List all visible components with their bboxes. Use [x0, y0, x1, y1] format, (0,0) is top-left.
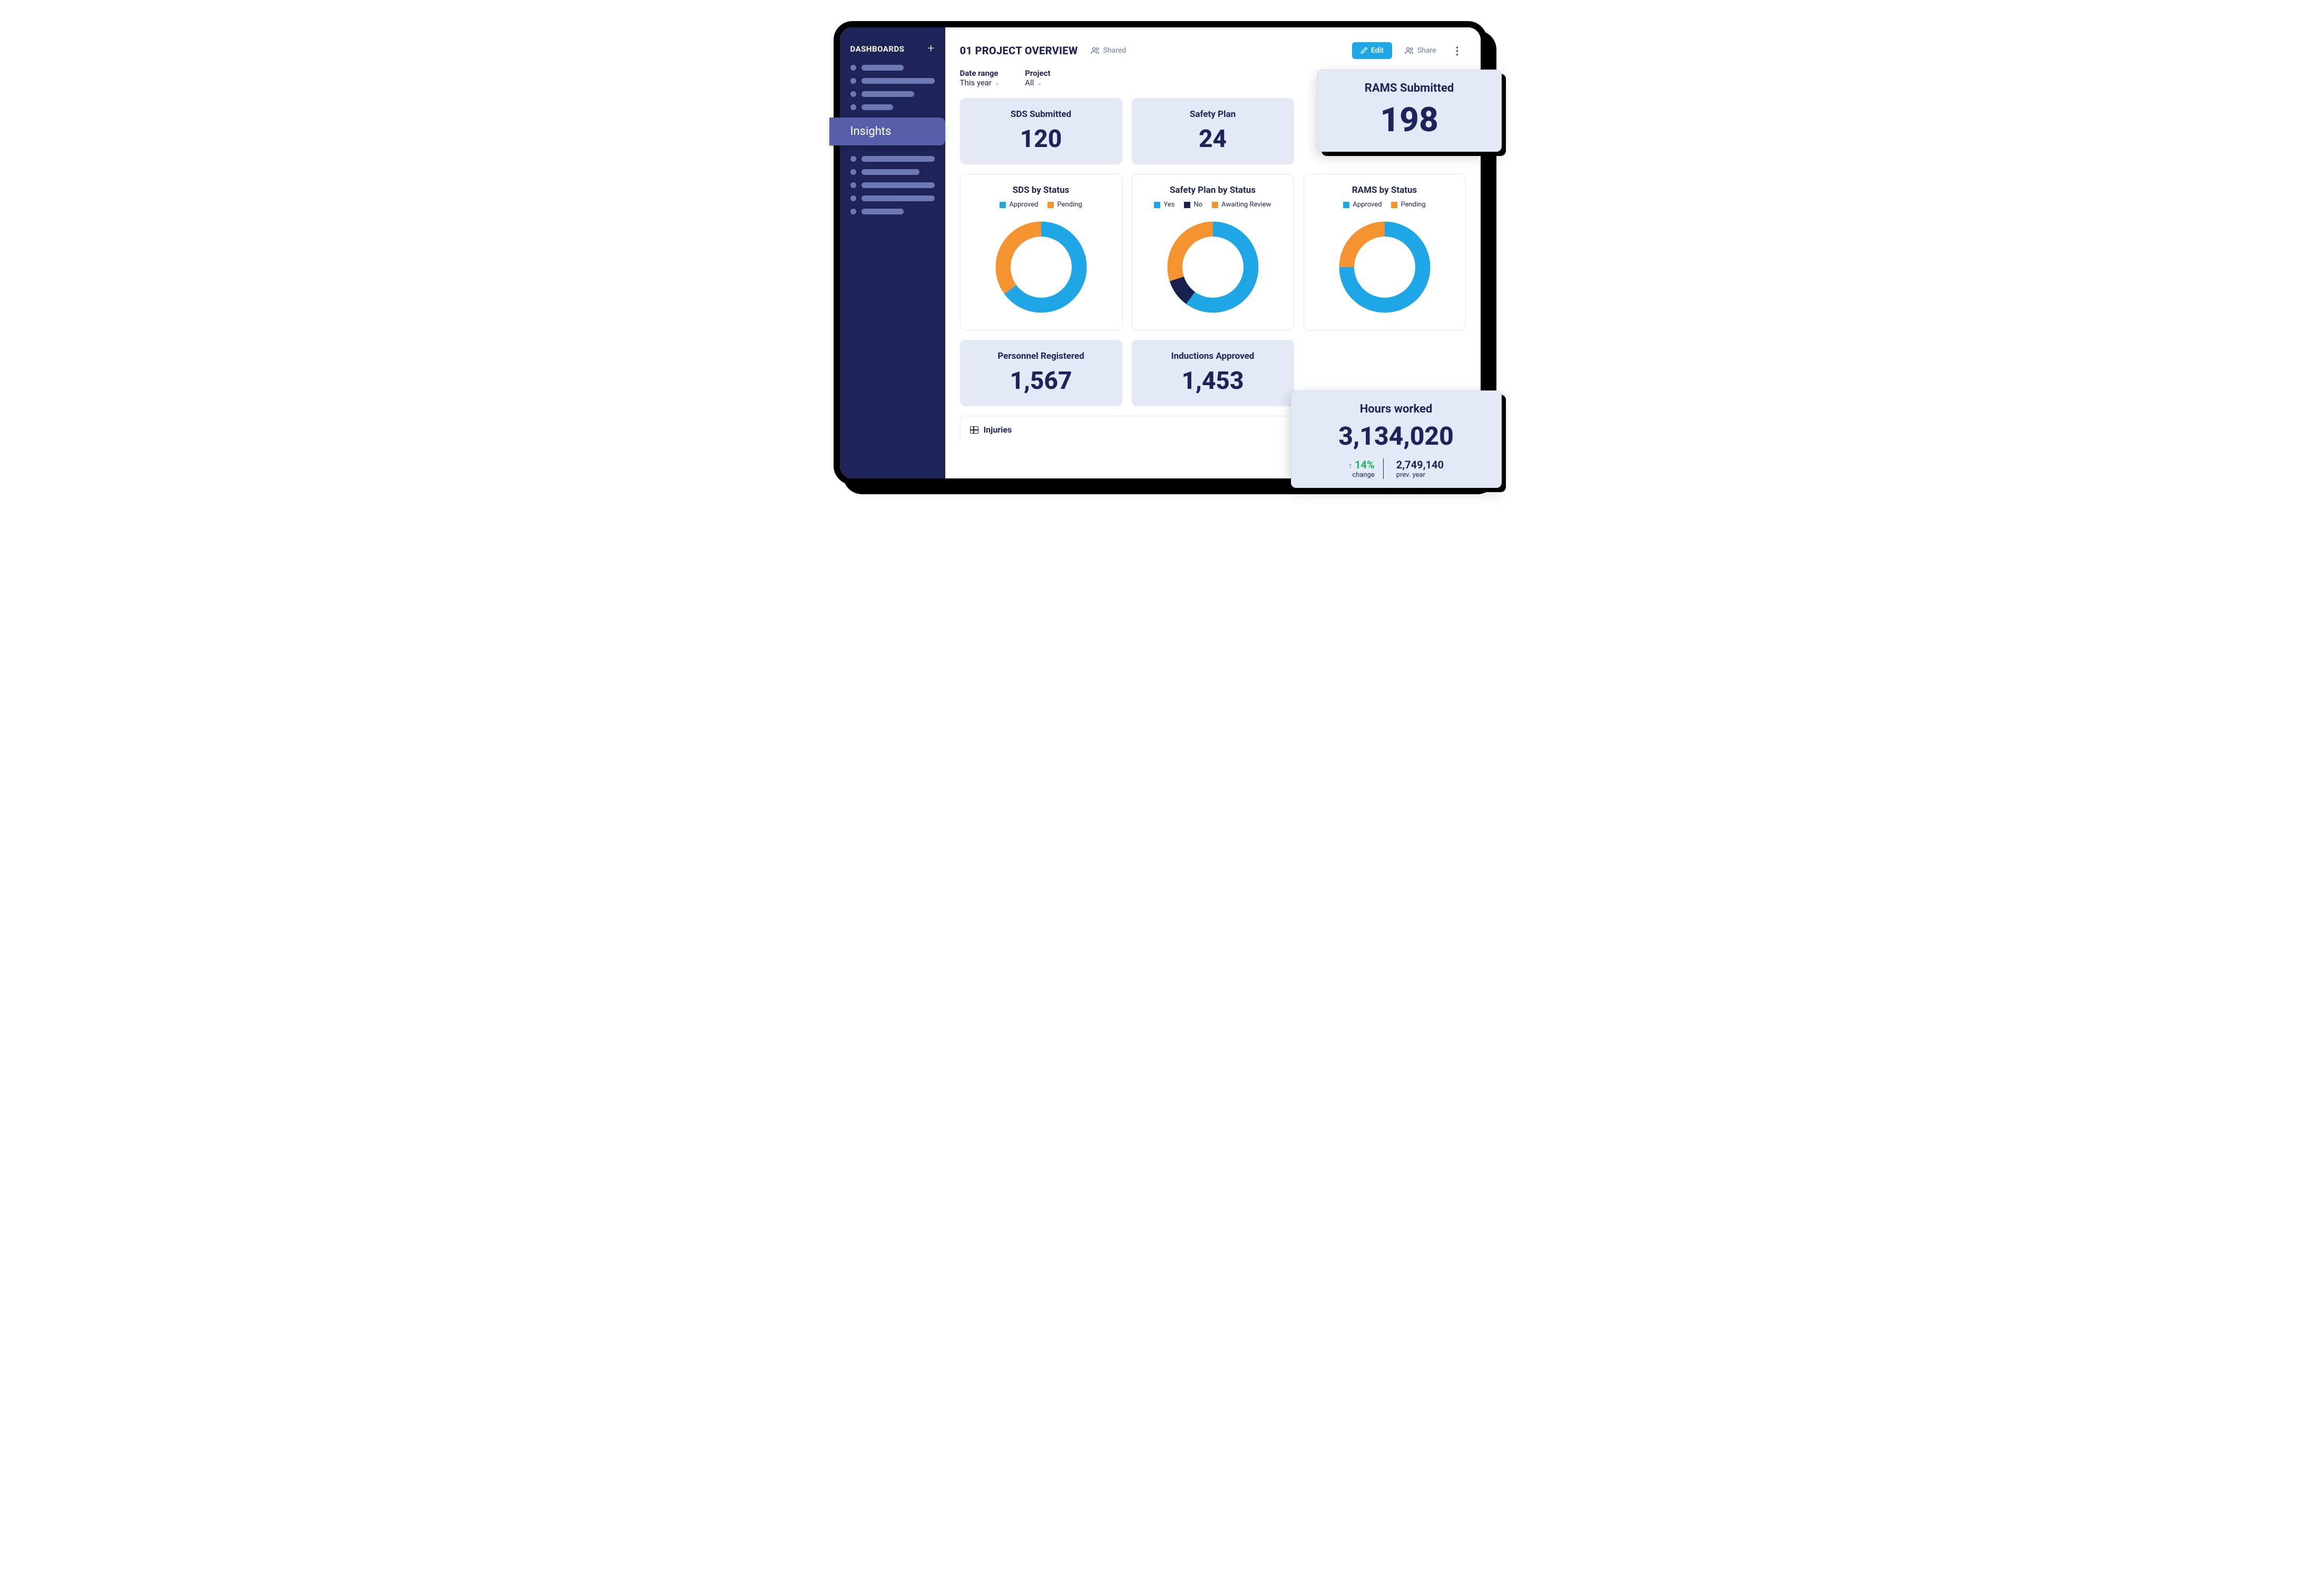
sidebar-item[interactable]	[850, 78, 935, 84]
stat-card-hours-popout: Hours worked 3,134,020 ↑14% change 2,749…	[1291, 390, 1502, 488]
sidebar-item[interactable]	[850, 156, 935, 162]
chevron-down-icon: ⌄	[1037, 80, 1042, 86]
chart-card-safety: Safety Plan by Status YesNoAwaiting Revi…	[1132, 174, 1294, 330]
sidebar-item[interactable]	[850, 91, 935, 97]
more-menu-button[interactable]: ⋮	[1449, 44, 1466, 57]
people-icon	[1091, 47, 1100, 54]
donut-chart	[1163, 217, 1263, 317]
pencil-icon	[1360, 47, 1368, 54]
sidebar-group-1	[840, 65, 945, 110]
sidebar-item-insights[interactable]: Insights	[829, 118, 945, 145]
donut-chart	[991, 217, 1091, 317]
arrow-up-icon: ↑	[1348, 461, 1353, 471]
sidebar-item[interactable]	[850, 65, 935, 71]
chart-card-rams: RAMS by Status ApprovedPending	[1304, 174, 1466, 330]
sidebar-item[interactable]	[850, 195, 935, 201]
filter-project[interactable]: Project All⌄	[1025, 68, 1050, 87]
stat-card-personnel: Personnel Registered 1,567	[960, 340, 1122, 406]
sidebar: DASHBOARDS + Insights	[840, 27, 945, 478]
grid-icon	[970, 426, 978, 434]
sidebar-item[interactable]	[850, 209, 935, 214]
filter-date-range[interactable]: Date range This year⌄	[960, 68, 1000, 87]
stat-card-sds: SDS Submitted 120	[960, 98, 1122, 164]
app-window: DASHBOARDS + Insights 01 PROJECT OVERVIE…	[834, 21, 1487, 485]
page-title: 01 PROJECT OVERVIEW	[960, 44, 1078, 57]
sidebar-item[interactable]	[850, 182, 935, 188]
stat-card-safety-plan: Safety Plan 24	[1132, 98, 1294, 164]
people-icon	[1405, 47, 1414, 54]
chart-legend: YesNoAwaiting Review	[1142, 201, 1284, 209]
stat-card-rams-popout: RAMS Submitted 198	[1317, 70, 1502, 152]
chart-legend: ApprovedPending	[1314, 201, 1456, 209]
edit-button[interactable]: Edit	[1352, 42, 1392, 59]
sidebar-item[interactable]	[850, 104, 935, 110]
sidebar-item[interactable]	[850, 169, 935, 175]
chart-legend: ApprovedPending	[970, 201, 1112, 209]
share-button[interactable]: Share	[1405, 46, 1436, 55]
donut-chart	[1335, 217, 1435, 317]
add-dashboard-button[interactable]: +	[928, 42, 935, 55]
stat-card-inductions: Inductions Approved 1,453	[1132, 340, 1294, 406]
sidebar-group-2	[840, 156, 945, 214]
chevron-down-icon: ⌄	[995, 80, 1000, 86]
chart-card-sds: SDS by Status ApprovedPending	[960, 174, 1122, 330]
sidebar-title: DASHBOARDS	[850, 44, 905, 54]
shared-badge: Shared	[1091, 46, 1127, 55]
